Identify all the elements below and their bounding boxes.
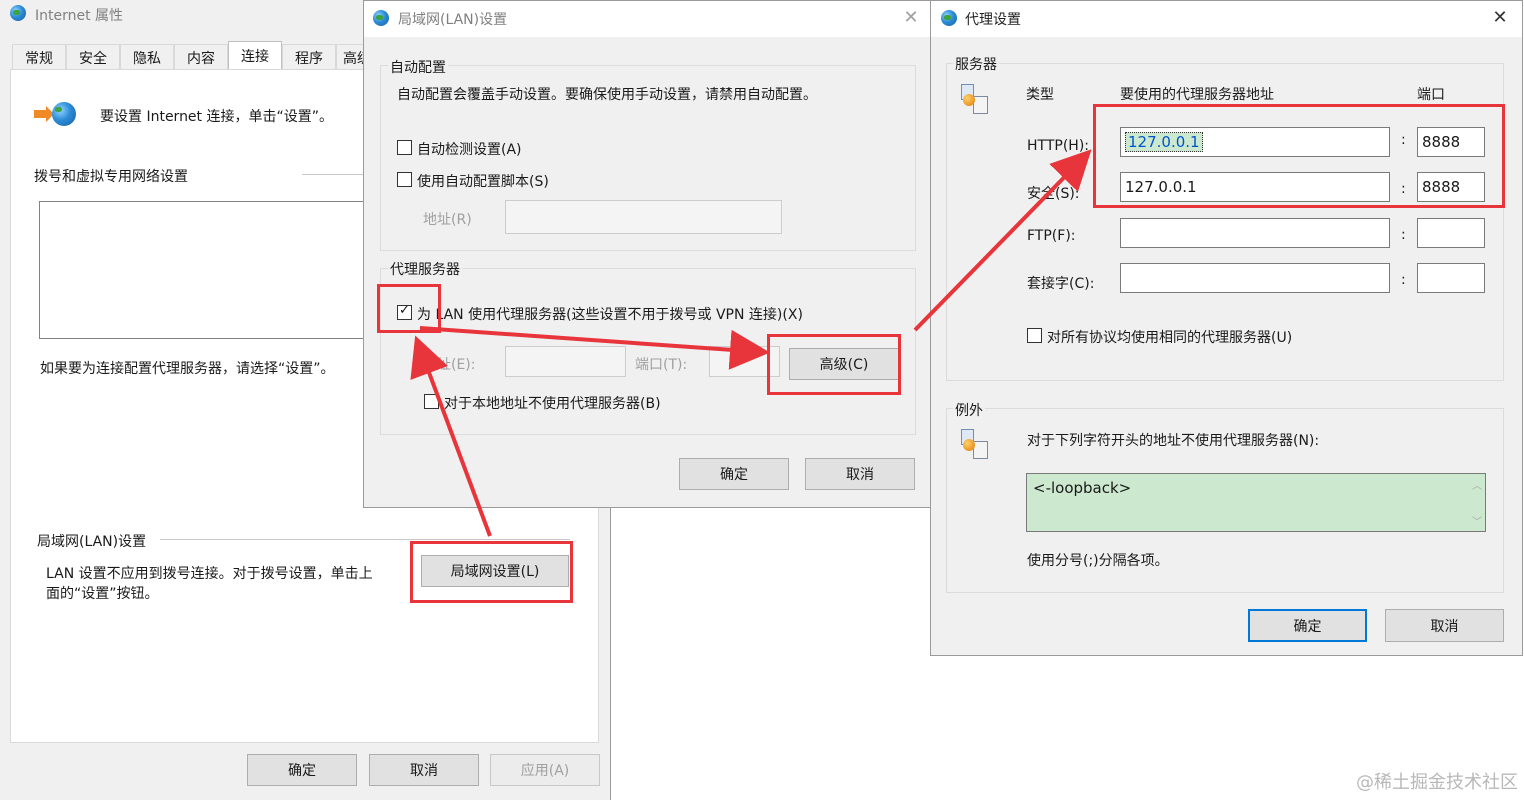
watermark: @稀土掘金技术社区 [1356, 772, 1518, 793]
arrow-to-use-proxy [410, 335, 492, 537]
annotation-arrows [410, 149, 1092, 537]
arrow-to-proxy-address [913, 149, 1092, 332]
arrow-to-advanced [419, 326, 770, 370]
